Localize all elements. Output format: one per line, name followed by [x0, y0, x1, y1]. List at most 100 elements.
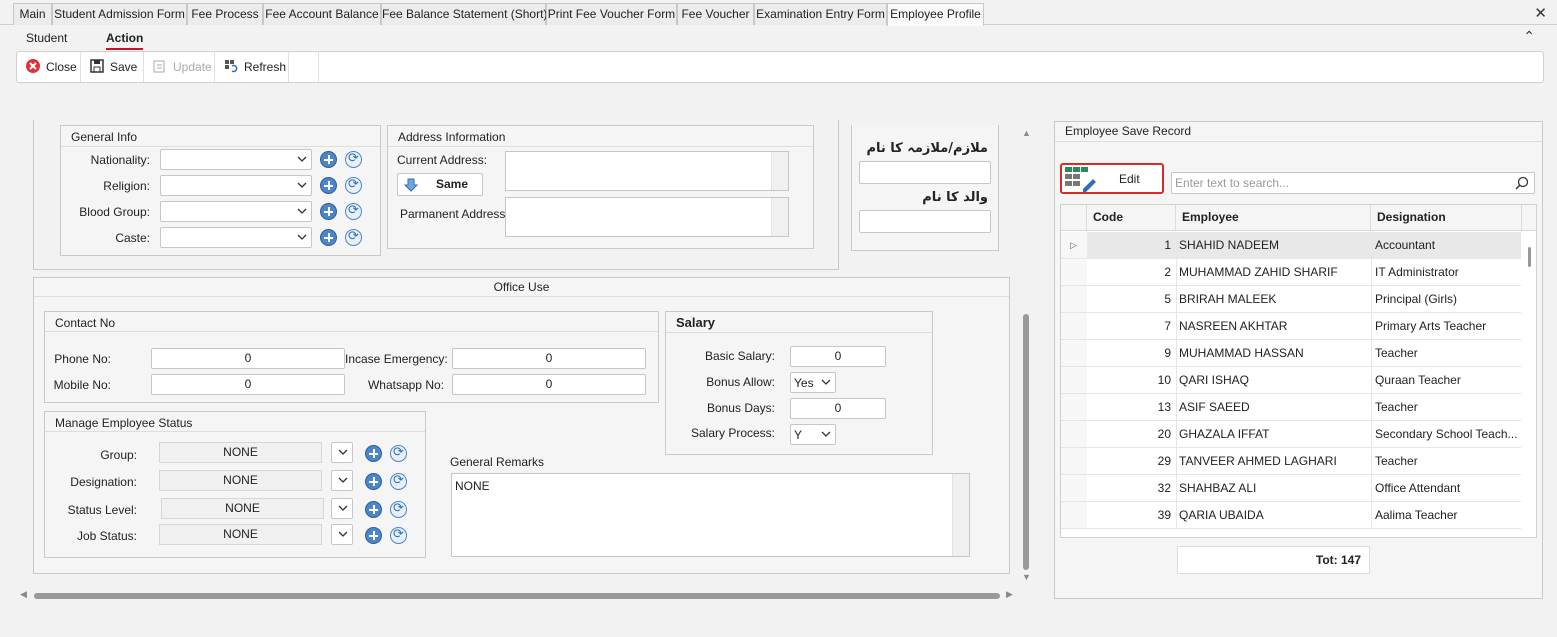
- cell-employee: QARI ISHAQ: [1179, 373, 1250, 387]
- basic-salary-input[interactable]: 0: [790, 346, 886, 367]
- row-indicator[interactable]: [1061, 286, 1087, 312]
- table-row[interactable]: 39 QARIA UBAIDA Aalima Teacher: [1061, 502, 1521, 529]
- tab-fee-voucher[interactable]: Fee Voucher: [677, 3, 754, 25]
- refresh-status-level-button[interactable]: [390, 501, 407, 518]
- tab-print-fee-voucher[interactable]: Print Fee Voucher Form: [546, 3, 677, 25]
- row-indicator[interactable]: [1061, 448, 1087, 474]
- row-indicator[interactable]: [1061, 259, 1087, 285]
- refresh-job-status-button[interactable]: [390, 527, 407, 544]
- main-vertical-scrollbar[interactable]: ▲ ▼: [1019, 128, 1033, 583]
- cell-code: 13: [1157, 400, 1171, 414]
- column-designation[interactable]: Designation: [1371, 205, 1522, 230]
- urdu-employee-name-input[interactable]: [859, 161, 991, 184]
- add-job-status-button[interactable]: [365, 527, 382, 544]
- row-indicator[interactable]: [1061, 502, 1087, 528]
- job-status-dropdown-button[interactable]: [331, 524, 353, 545]
- search-input[interactable]: Enter text to search...: [1171, 172, 1535, 194]
- current-address-input[interactable]: [505, 151, 789, 191]
- tab-fee-account-balance[interactable]: Fee Account Balance: [263, 3, 381, 25]
- designation-dropdown-button[interactable]: [331, 470, 353, 491]
- grid-body: ▷ 1 SHAHID NADEEM Accountant 2 MUHAMMAD ZAHID…: [1061, 232, 1522, 537]
- designation-value[interactable]: NONE: [159, 470, 322, 491]
- tab-employee-profile[interactable]: Employee Profile: [887, 3, 984, 26]
- refresh-button[interactable]: Refresh: [215, 52, 289, 82]
- urdu-father-name-input[interactable]: [859, 210, 991, 233]
- cell-code: 20: [1157, 427, 1171, 441]
- cell-employee: ASIF SAEED: [1179, 400, 1250, 414]
- row-indicator[interactable]: [1061, 475, 1087, 501]
- add-status-level-button[interactable]: [365, 501, 382, 518]
- contact-title: Contact No: [55, 316, 116, 330]
- chevron-up-icon[interactable]: ⌃: [1523, 28, 1535, 45]
- employee-status-title: Manage Employee Status: [55, 416, 193, 430]
- cell-employee: NASREEN AKHTAR: [1179, 319, 1288, 333]
- chevron-down-icon: [338, 531, 348, 537]
- row-indicator[interactable]: [1061, 394, 1087, 420]
- search-icon[interactable]: [1515, 176, 1529, 190]
- document-tabs: Main Student Admission Form Fee Process …: [0, 0, 1557, 26]
- row-indicator[interactable]: ▷: [1061, 232, 1087, 258]
- table-row[interactable]: 13 ASIF SAEED Teacher: [1061, 394, 1521, 421]
- tab-fee-process[interactable]: Fee Process: [187, 3, 263, 25]
- table-row[interactable]: 10 QARI ISHAQ Quraan Teacher: [1061, 367, 1521, 394]
- tab-fee-balance-statement[interactable]: Fee Balance Statement (Short): [381, 3, 547, 25]
- chevron-down-icon: [338, 477, 348, 483]
- same-address-button[interactable]: Same: [397, 173, 483, 196]
- tab-main[interactable]: Main: [13, 3, 52, 25]
- column-code[interactable]: Code: [1087, 205, 1176, 230]
- close-button[interactable]: Close: [17, 52, 81, 82]
- job-status-value[interactable]: NONE: [159, 524, 322, 545]
- group-value[interactable]: NONE: [159, 442, 322, 463]
- table-row[interactable]: 32 SHAHBAZ ALI Office Attendant: [1061, 475, 1521, 502]
- row-indicator[interactable]: [1061, 367, 1087, 393]
- grid-vertical-scrollbar[interactable]: [1522, 232, 1536, 537]
- refresh-group-button[interactable]: [390, 445, 407, 462]
- table-row[interactable]: 29 TANVEER AHMED LAGHARI Teacher: [1061, 448, 1521, 475]
- grid-scroll-thumb[interactable]: [1528, 247, 1531, 267]
- status-level-value[interactable]: NONE: [161, 498, 324, 519]
- salary-process-combo[interactable]: Y: [790, 424, 836, 445]
- mobile-input[interactable]: 0: [151, 374, 345, 395]
- vertical-scroll-thumb[interactable]: [1023, 314, 1029, 570]
- row-indicator[interactable]: [1061, 421, 1087, 447]
- bonus-allow-combo[interactable]: Yes: [790, 372, 836, 393]
- whatsapp-input[interactable]: 0: [452, 374, 646, 395]
- close-icon[interactable]: ✕: [1534, 4, 1547, 22]
- emergency-input[interactable]: 0: [452, 348, 646, 369]
- edit-button[interactable]: Edit: [1060, 163, 1164, 194]
- status-level-dropdown-button[interactable]: [331, 498, 353, 519]
- tab-examination-entry[interactable]: Examination Entry Form: [754, 3, 887, 25]
- designation-label: Designation:: [70, 475, 137, 489]
- general-remarks-input[interactable]: NONE: [451, 473, 970, 557]
- horizontal-scroll-thumb[interactable]: [34, 593, 1000, 599]
- ribbon-tab-student[interactable]: Student: [26, 31, 67, 45]
- table-row[interactable]: 20 GHAZALA IFFAT Secondary School Teach...: [1061, 421, 1521, 448]
- bonus-days-input[interactable]: 0: [790, 398, 886, 419]
- urdu-employee-name-label: ملازم/ملازمہ کا نام: [866, 141, 988, 156]
- cell-employee: TANVEER AHMED LAGHARI: [1179, 454, 1337, 468]
- arrow-down-icon: [404, 178, 418, 192]
- phone-input[interactable]: 0: [151, 348, 345, 369]
- cell-designation: Primary Arts Teacher: [1375, 319, 1487, 333]
- main-horizontal-scrollbar[interactable]: ◀ ▶: [20, 589, 1016, 603]
- table-row[interactable]: 5 BRIRAH MALEEK Principal (Girls): [1061, 286, 1521, 313]
- refresh-designation-button[interactable]: [390, 473, 407, 490]
- permanent-address-input[interactable]: [505, 197, 789, 237]
- group-dropdown-button[interactable]: [331, 442, 353, 463]
- column-employee[interactable]: Employee: [1176, 205, 1371, 230]
- row-indicator[interactable]: [1061, 313, 1087, 339]
- table-row[interactable]: 9 MUHAMMAD HASSAN Teacher: [1061, 340, 1521, 367]
- table-row[interactable]: ▷ 1 SHAHID NADEEM Accountant: [1061, 232, 1521, 259]
- save-button[interactable]: Save: [81, 52, 144, 82]
- address-title: Address Information: [398, 130, 506, 144]
- add-designation-button[interactable]: [365, 473, 382, 490]
- ribbon-tab-action[interactable]: Action: [106, 31, 144, 50]
- add-group-button[interactable]: [365, 445, 382, 462]
- tab-student-admission-form[interactable]: Student Admission Form: [52, 3, 187, 25]
- chevron-down-icon: [821, 379, 831, 385]
- update-button[interactable]: Update: [144, 52, 215, 82]
- table-row[interactable]: 7 NASREEN AKHTAR Primary Arts Teacher: [1061, 313, 1521, 340]
- urdu-names-group: ملازم/ملازمہ کا نام والد کا نام: [851, 125, 999, 251]
- row-indicator[interactable]: [1061, 340, 1087, 366]
- table-row[interactable]: 2 MUHAMMAD ZAHID SHARIF IT Administrator: [1061, 259, 1521, 286]
